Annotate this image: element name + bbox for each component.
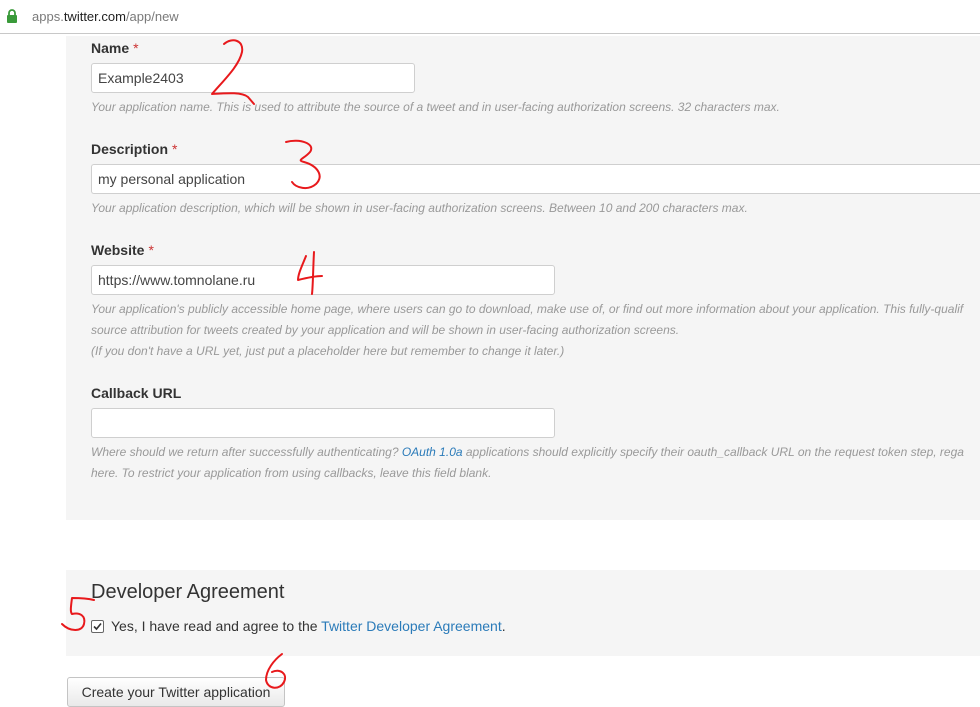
website-label-text: Website — [91, 242, 145, 258]
name-input[interactable]: Example2403 — [91, 63, 415, 93]
required-marker: * — [148, 242, 154, 258]
description-input[interactable]: my personal application — [91, 164, 980, 194]
callback-help-line-1: Where should we return after successfull… — [91, 445, 964, 459]
name-label-text: Name — [91, 40, 130, 56]
website-label: Website * — [91, 242, 154, 258]
url-path: /app/new — [125, 9, 179, 24]
developer-agreement-title: Developer Agreement — [91, 581, 285, 603]
callback-url-label: Callback URL — [91, 385, 182, 401]
website-help-line-2: source attribution for tweets created by… — [91, 323, 680, 337]
checkmark-icon — [93, 622, 102, 631]
lock-icon — [7, 9, 17, 23]
description-help-text: Your application description, which will… — [91, 201, 748, 215]
description-label: Description * — [91, 141, 177, 157]
url-host: twitter.com — [63, 9, 126, 24]
developer-agreement-link[interactable]: Twitter Developer Agreement — [321, 618, 502, 634]
agree-label-end: . — [501, 618, 506, 634]
required-marker: * — [172, 141, 178, 157]
create-application-button[interactable]: Create your Twitter application — [67, 677, 285, 707]
website-help-line-3: (If you don't have a URL yet, just put a… — [91, 344, 565, 358]
callback-help-text: Where should we return after successfull… — [91, 445, 402, 459]
name-help-text: Your application name. This is used to a… — [91, 100, 780, 114]
website-help-line-1: Your application's publicly accessible h… — [91, 302, 964, 316]
agree-label: Yes, I have read and agree to the Twitte… — [111, 618, 506, 634]
description-label-text: Description — [91, 141, 169, 157]
required-marker: * — [133, 40, 139, 56]
agree-label-text: Yes, I have read and agree to the — [111, 618, 322, 634]
callback-help-text: applications should explicitly specify t… — [462, 445, 964, 459]
address-bar[interactable]: apps.twitter.com/app/new — [0, 0, 980, 34]
url-text[interactable]: apps.twitter.com/app/new — [32, 9, 179, 24]
url-prefix: apps. — [32, 9, 64, 24]
oauth-link[interactable]: OAuth 1.0a — [402, 445, 463, 459]
website-input[interactable]: https://www.tomnolane.ru — [91, 265, 555, 295]
callback-url-input[interactable] — [91, 408, 555, 438]
callback-help-line-2: here. To restrict your application from … — [91, 466, 492, 480]
name-label: Name * — [91, 40, 139, 56]
agree-checkbox[interactable] — [91, 620, 104, 633]
